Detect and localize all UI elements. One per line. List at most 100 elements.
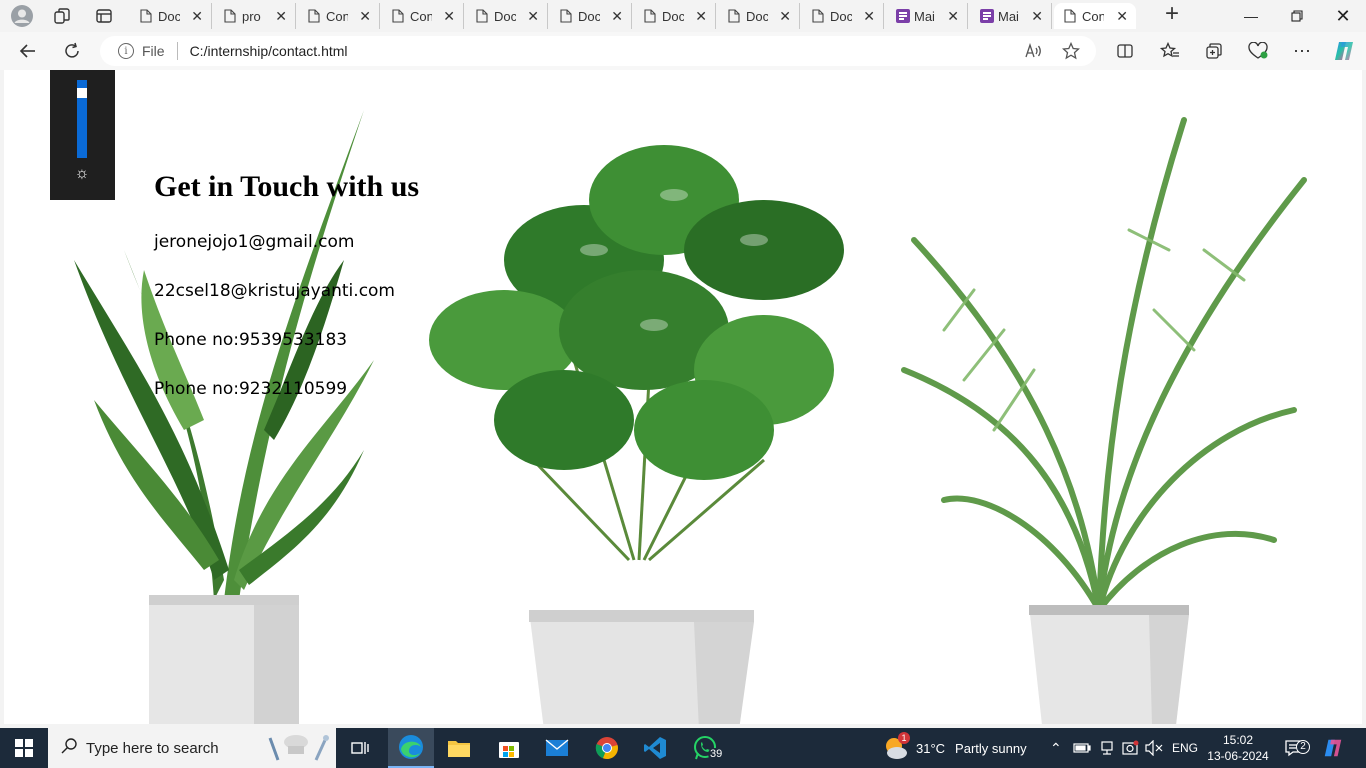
tab-actions-icon[interactable] [90,4,118,28]
file-explorer-icon[interactable] [436,728,482,768]
microsoft-store-icon[interactable] [486,728,532,768]
whatsapp-badge: 39 [708,748,725,760]
browser-tab-4[interactable]: Con ✕ [382,3,464,29]
tab-close-icon[interactable]: ✕ [191,8,203,25]
clock[interactable]: 15:02 13-06-2024 [1206,728,1270,768]
new-tab-button[interactable]: + [1158,0,1186,27]
browser-tab-10[interactable]: Mai ✕ [886,3,968,29]
tab-close-icon[interactable]: ✕ [275,8,287,25]
tab-close-icon[interactable]: ✕ [611,8,623,25]
edge-taskbar-icon[interactable] [388,728,434,768]
browser-tab-title: Mai [914,8,935,24]
collections-icon[interactable] [1198,37,1230,65]
address-scheme-label: File [142,43,165,59]
document-icon [392,9,404,23]
mail-icon[interactable] [534,728,580,768]
browser-tab-12[interactable]: Con ✕ [1054,3,1136,29]
vscode-icon[interactable] [632,728,678,768]
browser-tab-5[interactable]: Doc ✕ [466,3,548,29]
search-icon [60,737,78,759]
document-icon [644,9,656,23]
address-url[interactable]: C:/internship/contact.html [190,43,348,59]
browser-tab-title: pro [242,8,261,24]
browser-tab-7[interactable]: Doc ✕ [634,3,716,29]
tab-close-icon[interactable]: ✕ [359,8,371,25]
contact-email-2: 22csel18@kristujayanti.com [154,281,395,301]
network-icon[interactable] [1099,728,1115,768]
address-bar[interactable]: i File C:/internship/contact.html [100,36,1096,66]
favorite-star-icon[interactable] [1062,36,1080,66]
forms-icon [896,9,910,23]
document-icon [140,9,152,23]
forms-icon [980,9,994,23]
tab-close-icon[interactable]: ✕ [1031,8,1043,25]
minimize-button[interactable]: — [1228,0,1274,32]
browser-tab-9[interactable]: Doc ✕ [802,3,884,29]
restore-button[interactable] [1274,0,1320,32]
weather-temp: 31°C [916,740,946,756]
weather-widget[interactable]: 1 31°C Partly sunny [882,728,1027,768]
brightness-slider-thumb[interactable] [77,88,87,99]
split-screen-icon[interactable] [1109,37,1141,65]
battery-icon[interactable] [1073,728,1091,768]
read-aloud-icon[interactable] [1024,36,1042,66]
browser-tab-title: Con [410,8,432,24]
tab-close-icon[interactable]: ✕ [863,8,875,25]
browser-tab-title: Con [326,8,348,24]
tab-close-icon[interactable]: ✕ [443,8,455,25]
clock-time: 15:02 [1222,733,1254,747]
tab-close-icon[interactable]: ✕ [695,8,707,25]
info-icon[interactable]: i [118,43,134,59]
browser-tab-title: Doc [830,8,852,24]
close-window-button[interactable]: ✕ [1320,0,1366,32]
page-heading: Get in Touch with us [154,170,420,203]
refresh-button[interactable] [56,37,88,65]
profile-icon[interactable] [8,4,36,28]
contact-email-1: jeronejojo1@gmail.com [154,232,355,252]
document-icon [224,9,236,23]
tab-close-icon[interactable]: ✕ [779,8,791,25]
camera-icon[interactable] [1122,728,1140,768]
tab-close-icon[interactable]: ✕ [527,8,539,25]
plant-middle-image [429,145,844,724]
show-hidden-icons[interactable]: ⌃ [1050,728,1062,768]
browser-tab-11[interactable]: Mai ✕ [970,3,1052,29]
windows-taskbar: Type here to search 39 1 31°C Partly sun… [0,728,1366,768]
favorites-icon[interactable] [1154,37,1186,65]
browser-tab-title: Con [1082,8,1104,24]
weather-sun-cloud-icon: 1 [882,732,910,762]
browser-essentials-icon[interactable] [1242,37,1274,65]
browser-tab-2[interactable]: pro ✕ [214,3,296,29]
weather-condition: Partly sunny [955,740,1027,756]
browser-tab-3[interactable]: Con ✕ [298,3,380,29]
browser-tab-1[interactable]: Doc ✕ [130,3,212,29]
workspaces-icon[interactable] [48,4,76,28]
browser-tab-8[interactable]: Doc ✕ [718,3,800,29]
notification-count: 2 [1296,740,1310,754]
browser-tab-6[interactable]: Doc ✕ [550,3,632,29]
document-icon [560,9,572,23]
tab-close-icon[interactable]: ✕ [1116,8,1128,25]
back-button[interactable] [12,37,44,65]
brightness-sun-icon: ☼ [74,165,90,182]
copilot-taskbar-icon[interactable] [1322,728,1344,768]
whatsapp-icon[interactable]: 39 [680,728,730,768]
language-indicator[interactable]: ENG [1172,728,1198,768]
tab-close-icon[interactable]: ✕ [947,8,959,25]
volume-muted-icon[interactable] [1145,728,1163,768]
document-icon [812,9,824,23]
contact-phone-2: Phone no:9232110599 [154,379,348,399]
start-button[interactable] [0,728,48,768]
copilot-icon[interactable] [1328,37,1360,65]
contact-phone-1: Phone no:9539533183 [154,330,348,350]
browser-tab-title: Doc [494,8,516,24]
task-view-icon[interactable] [340,728,380,768]
settings-more-icon[interactable]: ⋯ [1286,37,1318,65]
browser-tab-title: Mai [998,8,1019,24]
chrome-icon[interactable] [584,728,630,768]
notification-center-icon[interactable]: 2 [1284,728,1310,768]
browser-tab-bar: Doc ✕ pro ✕ Con ✕ Con ✕ Doc ✕ Doc ✕ Doc ✕ Doc ✕ Doc ✕ Mai ✕… [0,0,1366,32]
taskbar-search-box[interactable]: Type here to search [48,728,336,768]
browser-tab-title: Doc [746,8,768,24]
brightness-overlay: ☼ [50,70,115,200]
